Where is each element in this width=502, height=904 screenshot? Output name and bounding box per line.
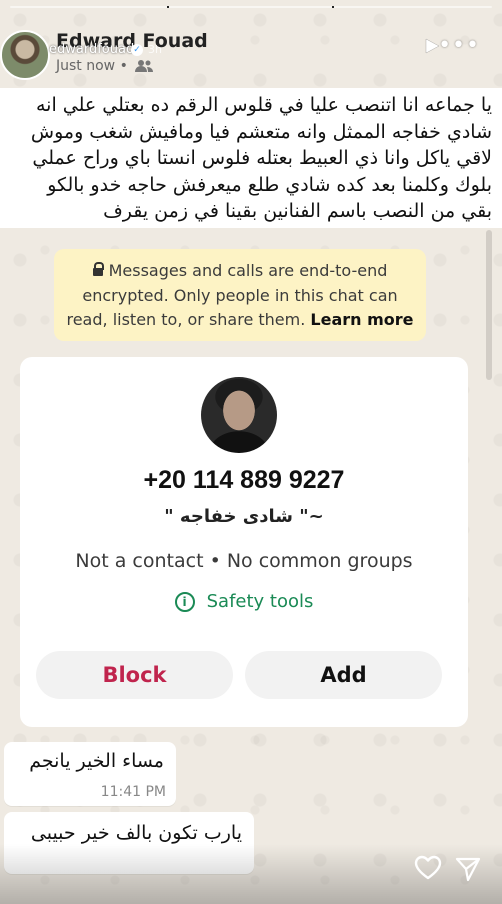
add-contact-button[interactable]: Add xyxy=(245,651,442,699)
story-handle-overlay: edwardfouad xyxy=(49,42,135,57)
chat-scrollbar xyxy=(486,230,492,380)
posted-time: Just now • xyxy=(56,58,128,74)
caption-line: بقي من النصب باسم الفنانين بقينا في زمن … xyxy=(103,200,492,222)
info-icon: i xyxy=(174,592,195,612)
contact-status: Not a contact • No common groups xyxy=(75,550,413,572)
story-time-overlay: 3h xyxy=(148,43,162,56)
heart-icon[interactable] xyxy=(414,854,442,882)
verified-icon: ✓ xyxy=(131,44,143,56)
friends-icon xyxy=(135,60,153,72)
avatar[interactable] xyxy=(0,30,50,80)
contact-push-name: ~" شادى خفاجه " xyxy=(164,506,324,527)
contact-card: +20 114 889 9227 ~" شادى خفاجه " Not a c… xyxy=(20,357,468,727)
caption-line: شادي خفاجه الممثل وانه متعشم فيا ومافيش … xyxy=(30,120,492,143)
safety-tools-link[interactable]: i Safety tools xyxy=(20,591,468,612)
learn-more-link[interactable]: Learn more xyxy=(310,310,413,329)
block-button[interactable]: Block xyxy=(36,651,233,699)
contact-avatar[interactable] xyxy=(201,377,277,453)
caption-line: بلوك وكلمنا بعد كده شادي طلع ميعرفش حاجه… xyxy=(47,173,492,196)
story-progress-bar xyxy=(10,6,492,8)
message-bubble[interactable]: مساء الخير يانجم 11:41 PM xyxy=(4,742,176,806)
share-icon[interactable] xyxy=(455,856,481,882)
story-header: Edward Fouad edwardfouad ✓ 3h Just now •… xyxy=(0,18,502,86)
story-caption: يا جماعه انا اتنصب عليا في قلوس الرقم ده… xyxy=(0,88,502,228)
message-time: 11:41 PM xyxy=(100,784,166,800)
caption-line: يا جماعه انا اتنصب عليا في قلوس الرقم ده… xyxy=(35,94,492,116)
lock-icon xyxy=(92,262,104,276)
contact-phone: +20 114 889 9227 xyxy=(143,466,345,494)
caption-line: لاقي ياكل وانا ذي العبيط بعتله فلوس انست… xyxy=(32,147,492,169)
encryption-notice: Messages and calls are end-to-end encryp… xyxy=(54,249,426,341)
more-icon[interactable]: ••• xyxy=(438,35,480,57)
message-text: مساء الخير يانجم xyxy=(29,750,164,772)
message-text: يارب تكون بالف خير حبيبى xyxy=(30,822,242,844)
